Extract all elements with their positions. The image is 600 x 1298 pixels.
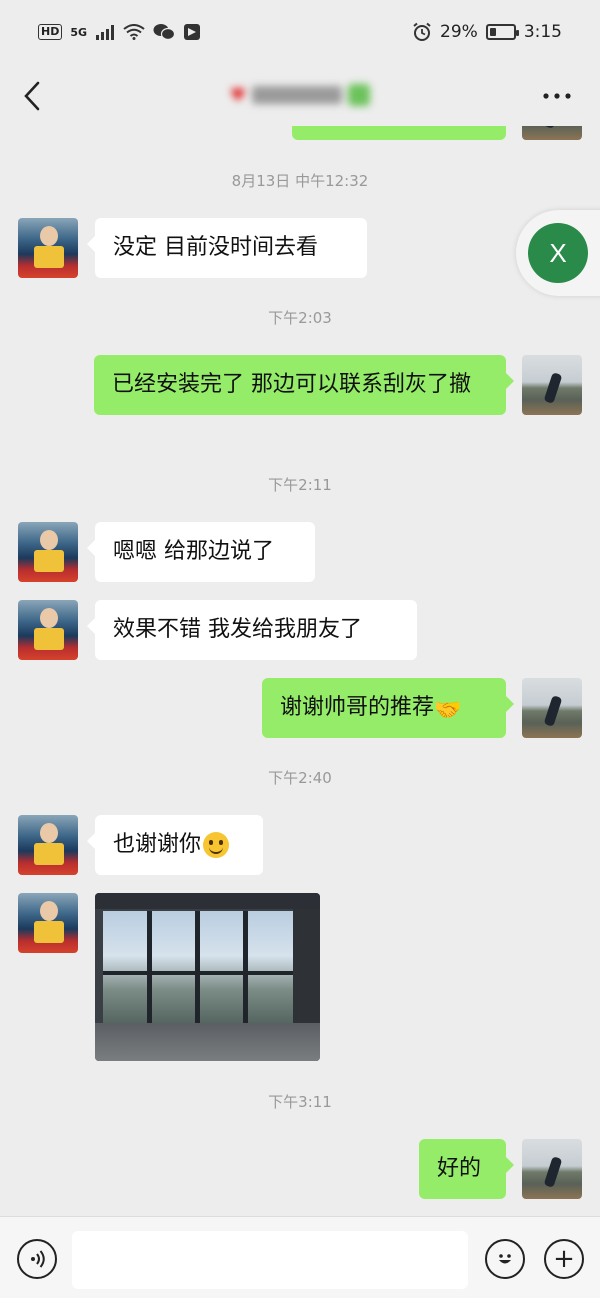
photo-floor bbox=[95, 1023, 320, 1061]
emoji-icon bbox=[499, 1254, 511, 1264]
timestamp: 下午2:40 bbox=[268, 769, 332, 787]
status-bar: HD 5G 29% 3:15 bbox=[0, 0, 600, 66]
battery-percent: 29% bbox=[440, 22, 478, 42]
photo-mullion bbox=[195, 911, 200, 1023]
received-message[interactable]: 没定 目前没时间去看 bbox=[87, 218, 367, 278]
hd-badge: HD bbox=[38, 24, 63, 40]
chevron-left-icon bbox=[24, 81, 40, 111]
voice-input-button[interactable] bbox=[17, 1239, 57, 1279]
timestamp: 下午2:11 bbox=[268, 476, 332, 494]
sent-message[interactable]: 谢谢帅哥的推荐🤝 bbox=[262, 678, 514, 738]
previous-message-bubble[interactable] bbox=[292, 126, 506, 140]
message-input[interactable] bbox=[72, 1231, 468, 1289]
sent-message-text: 谢谢帅哥的推荐 bbox=[280, 695, 435, 720]
battery-icon bbox=[485, 24, 519, 40]
alarm-icon bbox=[413, 22, 431, 41]
my-avatar[interactable] bbox=[522, 1139, 582, 1199]
more-actions-button[interactable]: + bbox=[544, 1239, 584, 1279]
contact-avatar[interactable] bbox=[18, 218, 78, 278]
photo-mullion bbox=[147, 911, 152, 1023]
received-message[interactable]: 嗯嗯 给那边说了 bbox=[87, 522, 315, 582]
close-icon: X bbox=[528, 223, 588, 283]
handshake-icon: 🤝 bbox=[434, 698, 462, 723]
photo-rail bbox=[103, 971, 293, 975]
smile-emoji-icon bbox=[203, 832, 230, 858]
app-notification-icon bbox=[184, 24, 201, 40]
network-label: 5G bbox=[70, 25, 88, 39]
signal-icon bbox=[96, 25, 115, 40]
contact-avatar[interactable] bbox=[18, 893, 78, 953]
emoji-button[interactable] bbox=[485, 1239, 525, 1279]
my-avatar[interactable] bbox=[522, 678, 582, 738]
image-message[interactable] bbox=[95, 893, 320, 1061]
status-left: HD 5G bbox=[38, 23, 201, 41]
contact-avatar[interactable] bbox=[18, 600, 78, 660]
verified-badge-icon bbox=[348, 84, 371, 106]
message-input-bar: + bbox=[0, 1216, 600, 1298]
photo-wall bbox=[293, 909, 320, 1025]
floating-close-button[interactable]: X bbox=[516, 210, 600, 296]
timestamp: 8月13日 中午12:32 bbox=[231, 172, 369, 190]
received-message[interactable]: 也谢谢你 bbox=[87, 815, 263, 875]
plus-icon: + bbox=[553, 1244, 575, 1274]
my-avatar[interactable] bbox=[522, 355, 582, 415]
wechat-icon bbox=[153, 24, 176, 41]
timestamp: 下午2:03 bbox=[268, 309, 332, 327]
battery-level bbox=[489, 28, 496, 36]
wifi-icon bbox=[123, 24, 145, 40]
chat-header: ♥ bbox=[0, 66, 600, 126]
back-button[interactable] bbox=[14, 76, 50, 116]
photo-mullion bbox=[243, 911, 248, 1023]
voice-icon bbox=[31, 1250, 45, 1268]
chat-message-list[interactable]: 8月13日 中午12:32 没定 目前没时间去看 下午2:03 已经安装完了 那… bbox=[0, 126, 600, 1216]
more-dots-icon bbox=[543, 93, 571, 99]
sent-message[interactable]: 已经安装完了 那边可以联系刮灰了撤 bbox=[94, 355, 514, 415]
received-message-text: 也谢谢你 bbox=[113, 832, 202, 857]
blurred-name bbox=[252, 86, 343, 104]
received-message[interactable]: 效果不错 我发给我朋友了 bbox=[87, 600, 417, 660]
sent-message[interactable]: 好的 bbox=[419, 1139, 514, 1199]
more-options-button[interactable] bbox=[542, 84, 576, 108]
chat-title-text: ♥ bbox=[229, 84, 247, 106]
timestamp: 下午3:11 bbox=[268, 1093, 332, 1111]
contact-avatar[interactable] bbox=[18, 522, 78, 582]
chat-title: ♥ bbox=[210, 80, 390, 110]
my-avatar[interactable] bbox=[522, 126, 582, 140]
status-right: 29% 3:15 bbox=[412, 22, 562, 42]
contact-avatar[interactable] bbox=[18, 815, 78, 875]
photo-ceiling bbox=[95, 893, 320, 909]
clock: 3:15 bbox=[523, 22, 562, 42]
